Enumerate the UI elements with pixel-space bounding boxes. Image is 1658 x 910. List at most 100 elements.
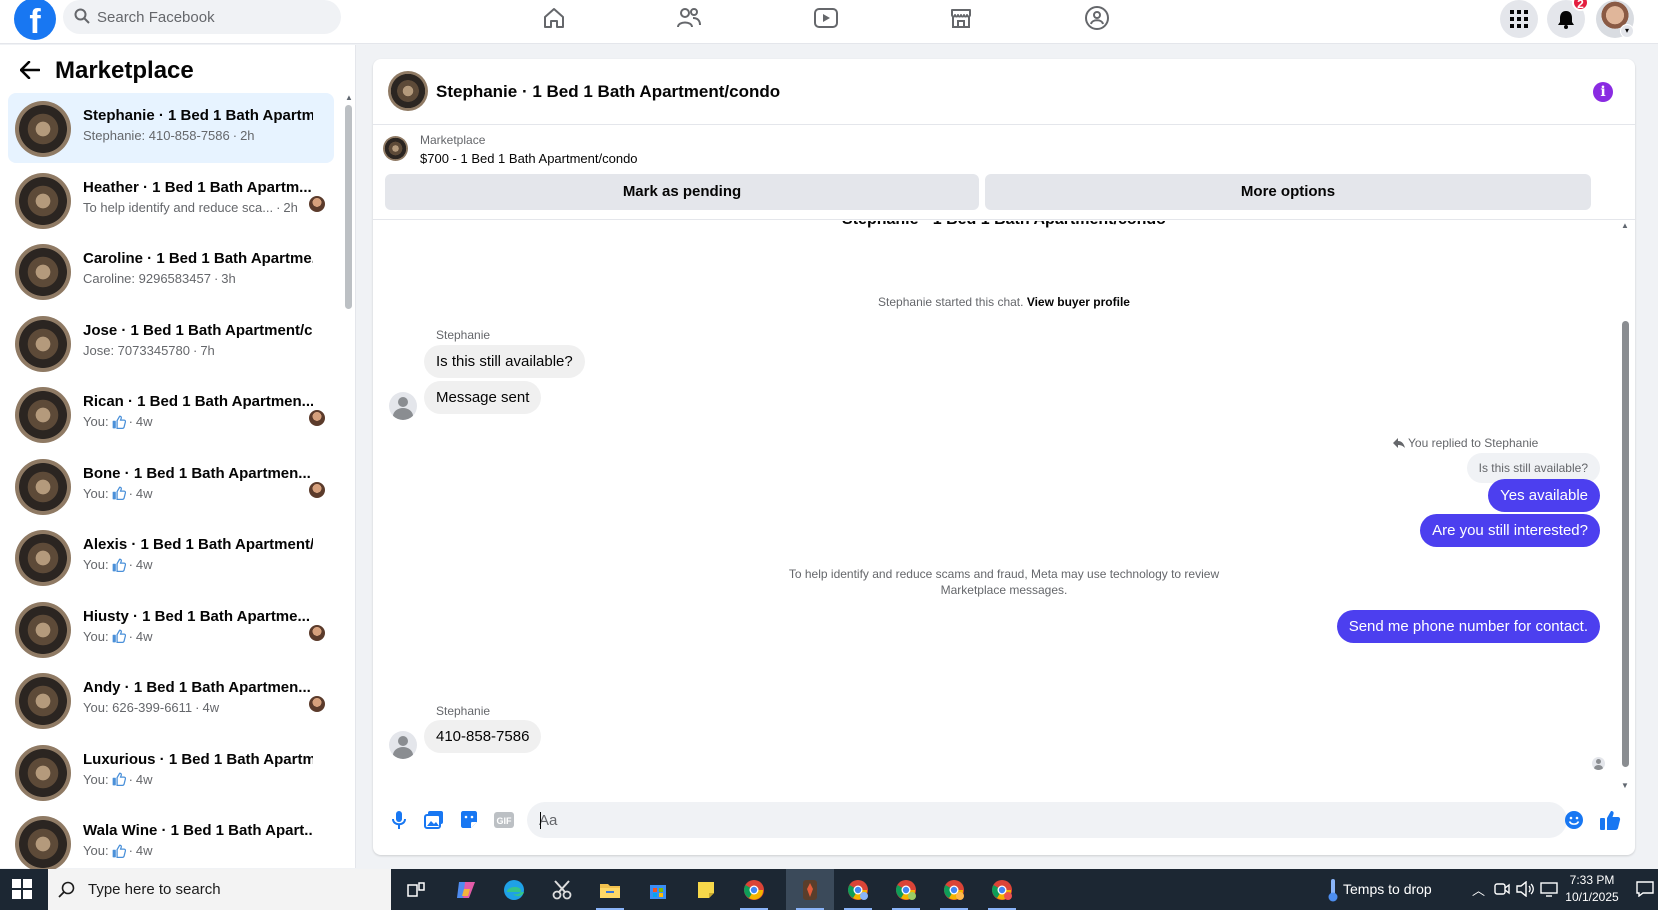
conversation-name: Andy · 1 Bed 1 Bath Apartmen... bbox=[83, 679, 311, 696]
like-icon[interactable] bbox=[1597, 807, 1623, 833]
snipping-tool-icon[interactable] bbox=[538, 869, 586, 910]
info-icon[interactable]: i bbox=[1593, 82, 1613, 102]
friends-icon[interactable] bbox=[671, 2, 707, 34]
thermometer-icon[interactable] bbox=[1327, 878, 1339, 907]
chevron-up-icon[interactable]: ︿ bbox=[1472, 880, 1485, 899]
back-arrow-icon[interactable] bbox=[19, 60, 41, 84]
video-icon[interactable] bbox=[808, 2, 844, 34]
view-buyer-profile-link[interactable]: View buyer profile bbox=[1027, 295, 1130, 309]
chrome-profile-icon[interactable] bbox=[930, 869, 978, 910]
microphone-icon[interactable] bbox=[386, 807, 412, 833]
conversation-item[interactable]: Heather · 1 Bed 1 Bath Apartm... To help … bbox=[8, 165, 334, 235]
search-box[interactable] bbox=[63, 0, 341, 34]
groups-icon[interactable] bbox=[1079, 2, 1115, 34]
like-icon bbox=[112, 415, 126, 429]
sticky-notes-icon[interactable] bbox=[682, 869, 730, 910]
edge-icon[interactable] bbox=[490, 869, 538, 910]
more-options-button[interactable]: More options bbox=[985, 174, 1591, 210]
chat-avatar[interactable] bbox=[388, 71, 428, 111]
conversation-item[interactable]: Caroline · 1 Bed 1 Bath Apartme... Caroli… bbox=[8, 236, 334, 306]
taskbar-search-input[interactable] bbox=[88, 869, 378, 910]
sticker-icon[interactable] bbox=[456, 807, 482, 833]
conversation-preview: You: · 4w bbox=[83, 771, 153, 787]
marketplace-icon[interactable] bbox=[943, 2, 979, 34]
outgoing-message[interactable]: Yes available bbox=[1488, 479, 1600, 512]
file-explorer-icon[interactable] bbox=[586, 869, 634, 910]
windows-start-icon[interactable] bbox=[12, 879, 32, 899]
thread-scrollbar[interactable]: ▲ ▼ bbox=[1621, 221, 1631, 793]
message-input[interactable] bbox=[527, 802, 1567, 838]
conversation-preview: To help identify and reduce sca... · 2h bbox=[83, 199, 298, 215]
conversation-item[interactable]: Alexis · 1 Bed 1 Bath Apartment/... You: ·… bbox=[8, 522, 334, 592]
weather-text[interactable]: Temps to drop bbox=[1343, 881, 1432, 897]
read-receipt-avatar bbox=[309, 624, 325, 641]
emoji-icon[interactable] bbox=[1561, 807, 1587, 833]
conversation-item[interactable]: Wala Wine · 1 Bed 1 Bath Apart... You: · 4w bbox=[8, 808, 334, 878]
chrome-profile-icon[interactable] bbox=[834, 869, 882, 910]
notification-center-icon[interactable] bbox=[1636, 881, 1654, 902]
copilot-icon[interactable] bbox=[442, 869, 490, 910]
task-view-icon[interactable] bbox=[392, 869, 440, 910]
network-icon[interactable] bbox=[1540, 881, 1558, 902]
home-icon[interactable] bbox=[536, 2, 572, 34]
mark-pending-button[interactable]: Mark as pending bbox=[385, 174, 979, 210]
microsoft-store-icon[interactable] bbox=[634, 869, 682, 910]
menu-grid-icon[interactable] bbox=[1500, 0, 1538, 38]
sidebar-scrollbar[interactable]: ▲ ▼ bbox=[345, 93, 353, 910]
chevron-down-icon[interactable]: ▾ bbox=[1620, 24, 1634, 38]
page-title: Marketplace bbox=[55, 57, 194, 84]
conversation-name: Wala Wine · 1 Bed 1 Bath Apart... bbox=[83, 822, 313, 839]
safety-notice: To help identify and reduce scams and fr… bbox=[788, 567, 1220, 597]
sender-avatar[interactable] bbox=[389, 392, 417, 420]
conversation-item[interactable]: Bone · 1 Bed 1 Bath Apartmen... You: · 4w bbox=[8, 451, 334, 521]
incoming-message[interactable]: Message sent bbox=[424, 381, 542, 414]
read-receipt-avatar bbox=[309, 696, 325, 712]
search-icon bbox=[74, 8, 90, 24]
listing-thumbnail bbox=[15, 673, 71, 729]
read-receipt-avatar bbox=[309, 481, 325, 498]
facebook-logo[interactable]: f bbox=[14, 0, 56, 40]
listing-thumbnail[interactable] bbox=[383, 136, 408, 161]
incoming-message[interactable]: 410-858-7586 bbox=[424, 720, 542, 753]
meet-now-icon[interactable] bbox=[1494, 882, 1510, 901]
outgoing-message[interactable]: Are you still interested? bbox=[1420, 514, 1600, 547]
search-input[interactable] bbox=[97, 0, 327, 34]
top-navigation-bar: f 2 ▾ bbox=[0, 0, 1658, 44]
sender-avatar[interactable] bbox=[389, 731, 417, 759]
conversation-item[interactable]: Rican · 1 Bed 1 Bath Apartmen... You: · 4w bbox=[8, 379, 334, 449]
listing-thumbnail bbox=[15, 244, 71, 300]
listing-label: Marketplace bbox=[420, 133, 486, 147]
conversation-item[interactable]: Andy · 1 Bed 1 Bath Apartmen... You: 626-… bbox=[8, 665, 334, 735]
conversation-item[interactable]: Hiusty · 1 Bed 1 Bath Apartme... You: · 4w bbox=[8, 594, 334, 664]
conversation-preview: You: 626-399-6611 · 4w bbox=[83, 700, 220, 715]
read-receipt-avatar bbox=[309, 410, 325, 426]
conversation-preview: You: · 4w bbox=[83, 628, 153, 644]
conversation-name: Luxurious · 1 Bed 1 Bath Apartm... bbox=[83, 750, 313, 768]
volume-icon[interactable] bbox=[1516, 880, 1534, 902]
chrome-icon[interactable] bbox=[730, 869, 778, 910]
conversation-item[interactable]: Jose · 1 Bed 1 Bath Apartment/c... Jose: … bbox=[8, 308, 334, 378]
chrome-profile-icon[interactable] bbox=[882, 869, 930, 910]
active-app-icon[interactable] bbox=[786, 869, 834, 910]
incoming-message[interactable]: Is this still available? bbox=[424, 345, 585, 378]
notifications-button[interactable]: 2 bbox=[1547, 0, 1589, 38]
conversation-item[interactable]: Stephanie · 1 Bed 1 Bath Apartm... Stepha… bbox=[8, 93, 334, 163]
chat-title[interactable]: Stephanie · 1 Bed 1 Bath Apartment/condo bbox=[436, 82, 780, 102]
message-thread: Stephanie · 1 Bed 1 Bath Apartment/condo… bbox=[373, 221, 1635, 793]
outgoing-message[interactable]: Send me phone number for contact. bbox=[1336, 610, 1600, 643]
notification-badge: 2 bbox=[1572, 0, 1589, 11]
photo-icon[interactable] bbox=[421, 807, 447, 833]
chrome-profile-icon[interactable] bbox=[978, 869, 1026, 910]
thread-title: Stephanie · 1 Bed 1 Bath Apartment/condo bbox=[373, 221, 1635, 229]
conversation-preview: Caroline: 9296583457 · 3h bbox=[83, 271, 236, 286]
listing-thumbnail bbox=[15, 101, 71, 157]
conversation-name: Heather · 1 Bed 1 Bath Apartm... bbox=[83, 178, 312, 196]
taskbar-search[interactable] bbox=[48, 869, 391, 910]
listing-price[interactable]: $700 - 1 Bed 1 Bath Apartment/condo bbox=[420, 151, 638, 166]
sender-name: Stephanie bbox=[436, 704, 491, 718]
conversation-item[interactable]: Luxurious · 1 Bed 1 Bath Apartm... You: · 4… bbox=[8, 737, 334, 807]
system-clock[interactable]: 7:33 PM 10/1/2025 bbox=[1562, 872, 1622, 906]
gif-icon[interactable]: GIF bbox=[491, 807, 517, 833]
listing-thumbnail bbox=[15, 816, 71, 872]
svg-text:GIF: GIF bbox=[497, 816, 513, 826]
